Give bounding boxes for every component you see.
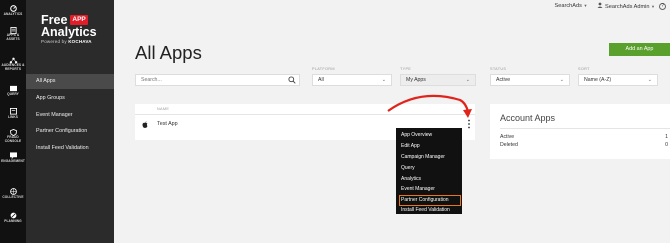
rail-planning[interactable]: Planning — [0, 212, 26, 223]
rail-collective[interactable]: Collective — [0, 188, 26, 199]
workspace-name: SearchAds — [554, 3, 582, 9]
status-label: STATUS — [490, 67, 507, 71]
account-active-count: 1 — [665, 134, 668, 140]
engagement-icon — [9, 152, 17, 159]
user-name: SearchAds Admin — [605, 4, 650, 10]
kebab-menu-icon[interactable] — [467, 119, 471, 129]
nav-panel: Free APP Analytics Powered by KOCHAVA All… — [26, 0, 114, 243]
links-icon — [9, 108, 17, 115]
menu-item-event-manager[interactable]: Event Manager — [400, 185, 460, 194]
search-icon[interactable] — [288, 76, 296, 84]
type-label: TYPE — [400, 67, 412, 71]
rail-label: Links — [7, 115, 19, 119]
platform-value: All — [318, 77, 324, 83]
account-apps-title: Account Apps — [500, 113, 556, 123]
type-value: My Apps — [406, 77, 426, 83]
brand-line2: Analytics — [41, 25, 97, 39]
nav-item-partner-configuration[interactable]: Partner Configuration — [26, 124, 114, 139]
brand-powered-text: Powered by — [41, 39, 67, 44]
brand-badge: APP — [70, 15, 88, 25]
account-active-label: Active — [500, 134, 515, 140]
user-icon — [597, 2, 603, 8]
rail-label: Planning — [4, 219, 22, 223]
chevron-down-icon: ⌄ — [647, 77, 652, 83]
platform-select[interactable]: All ⌄ — [312, 74, 392, 86]
workspace-selector[interactable]: SearchAds ▼ — [555, 3, 588, 9]
chevron-down-icon: ▼ — [583, 3, 588, 8]
brand-powered: Powered by KOCHAVA — [41, 39, 97, 44]
rail-label: Collective — [2, 195, 24, 199]
menu-item-query[interactable]: Query — [400, 164, 460, 173]
menu-item-analytics[interactable]: Analytics — [400, 175, 460, 184]
nav-item-install-feed-validation[interactable]: Install Feed Validation — [26, 141, 114, 156]
collective-icon — [9, 188, 17, 195]
query-icon — [9, 85, 17, 92]
rail-query[interactable]: Query — [0, 85, 26, 96]
rail-analytics[interactable]: Analytics — [0, 5, 26, 16]
rail-links[interactable]: Links — [0, 108, 26, 119]
rail-apps-assets[interactable]: Apps & Assets — [0, 27, 26, 41]
type-select[interactable]: My Apps ⌄ — [400, 74, 476, 86]
chevron-down-icon: ⌄ — [465, 77, 470, 83]
table-header: NAME — [135, 104, 475, 115]
help-icon[interactable]: ? — [659, 2, 666, 10]
user-menu[interactable]: SearchAds Admin ▼ — [597, 2, 655, 10]
chevron-down-icon: ⌄ — [381, 77, 386, 83]
divider — [500, 128, 670, 129]
nav-item-all-apps[interactable]: All Apps — [26, 74, 114, 89]
menu-item-install-feed-validation[interactable]: Install Feed Validation — [400, 206, 460, 215]
nav-item-event-manager[interactable]: Event Manager — [26, 108, 114, 123]
platform-label: PLATFORM — [312, 67, 335, 71]
account-apps-card: Account Apps Active 1 Deleted 0 — [490, 104, 670, 159]
account-deleted-label: Deleted — [500, 142, 518, 148]
menu-item-partner-configuration[interactable]: Partner Configuration — [399, 195, 461, 206]
rail-label: Apps & Assets — [6, 33, 20, 41]
page-title: All Apps — [135, 42, 202, 63]
app-name[interactable]: Test App — [157, 121, 178, 127]
rail-fraud-console[interactable]: Fraud Console — [0, 129, 26, 143]
app-actions-menu: App Overview Edit App Campaign Manager Q… — [396, 128, 462, 214]
apple-icon — [142, 121, 148, 128]
sort-value: Name (A-Z) — [584, 77, 612, 83]
rail-label: Audiences & Reports — [1, 63, 25, 71]
rail-label: Engagement — [1, 159, 25, 163]
analytics-icon — [9, 5, 17, 12]
brand-logo: Free APP Analytics Powered by KOCHAVA — [41, 14, 97, 44]
account-deleted-count: 0 — [665, 142, 668, 148]
rail-audiences-reports[interactable]: Audiences & Reports — [0, 57, 26, 71]
rail-engagement[interactable]: Engagement — [0, 152, 26, 163]
rail-label: Fraud Console — [4, 135, 22, 143]
menu-item-campaign-manager[interactable]: Campaign Manager — [400, 153, 460, 162]
chevron-down-icon: ▼ — [651, 4, 655, 9]
column-name[interactable]: NAME — [157, 107, 169, 111]
brand-company: KOCHAVA — [68, 39, 92, 44]
search-input[interactable] — [141, 75, 271, 85]
status-value: Active — [496, 77, 511, 83]
search-field[interactable] — [135, 74, 300, 86]
menu-item-app-overview[interactable]: App Overview — [400, 131, 460, 140]
status-select[interactable]: Active ⌄ — [490, 74, 570, 86]
rail-label: Analytics — [3, 12, 23, 16]
sort-label: SORT — [578, 67, 590, 71]
rail-label: Query — [7, 92, 19, 96]
nav-item-app-groups[interactable]: App Groups — [26, 91, 114, 106]
icon-rail: Analytics Apps & Assets Audiences & Repo… — [0, 0, 26, 243]
planning-icon — [10, 212, 16, 219]
sort-select[interactable]: Name (A-Z) ⌄ — [578, 74, 658, 86]
menu-item-edit-app[interactable]: Edit App — [400, 142, 460, 151]
add-app-button[interactable]: Add an App — [609, 43, 670, 56]
top-bar: SearchAds ▼ SearchAds Admin ▼ ? — [555, 2, 666, 10]
chevron-down-icon: ⌄ — [559, 77, 564, 83]
